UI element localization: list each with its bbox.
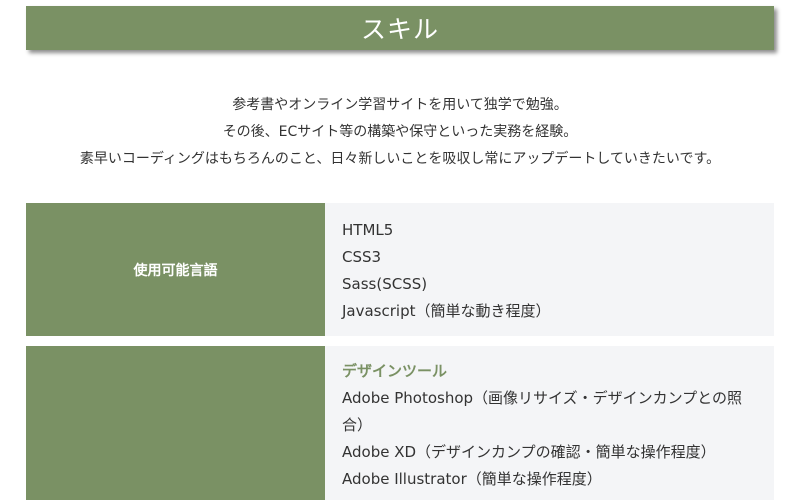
intro-line: 参考書やオンライン学習サイトを用いて独学で勉強。 — [232, 97, 568, 113]
skill-item: Adobe Illustrator（簡単な操作程度） — [342, 470, 602, 488]
skill-item: HTML5 — [342, 221, 394, 239]
intro-line: その後、ECサイト等の構築や保守といった実務を経験。 — [222, 124, 578, 140]
skill-item: CSS3 — [342, 248, 382, 266]
section-header: スキル — [26, 6, 774, 50]
skill-content: デザインツール Adobe Photoshop（画像リサイズ・デザインカンプとの… — [325, 346, 774, 500]
intro-line: 素早いコーディングはもちろんのこと、日々新しいことを吸収し常にアップデートしてい… — [79, 151, 721, 167]
skill-item: Adobe XD（デザインカンプの確認・簡単な操作程度） — [342, 443, 716, 461]
skill-row-tools: デザインツール Adobe Photoshop（画像リサイズ・デザインカンプとの… — [26, 346, 774, 500]
skill-label — [26, 346, 325, 500]
skill-item: Javascript（簡単な動き程度） — [342, 302, 551, 320]
skill-item: Sass(SCSS) — [342, 275, 428, 293]
section-title: スキル — [360, 15, 439, 44]
skill-label-text: 使用可能言語 — [133, 262, 218, 279]
skill-subheading: デザインツール — [342, 362, 448, 380]
skill-row-languages: 使用可能言語 HTML5 CSS3 Sass(SCSS) Javascript（… — [26, 203, 774, 336]
skill-item: Adobe Photoshop（画像リサイズ・デザインカンプとの照合） — [342, 389, 742, 434]
intro-text: 参考書やオンライン学習サイトを用いて独学で勉強。 その後、ECサイト等の構築や保… — [26, 92, 774, 173]
skills-page: スキル 参考書やオンライン学習サイトを用いて独学で勉強。 その後、ECサイト等の… — [0, 0, 800, 500]
skill-content: HTML5 CSS3 Sass(SCSS) Javascript（簡単な動き程度… — [325, 203, 774, 336]
skill-label: 使用可能言語 — [26, 203, 325, 336]
